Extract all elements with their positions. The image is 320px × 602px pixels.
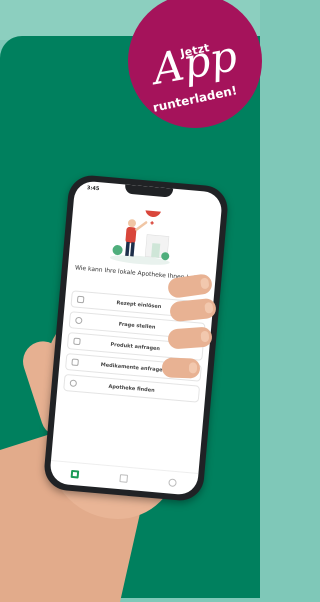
pharmacy-illustration xyxy=(109,207,170,265)
fingernail xyxy=(204,301,214,314)
pill-icon xyxy=(71,358,79,367)
profile-icon[interactable] xyxy=(168,478,178,488)
promo-badge[interactable]: Jetzt App runterladen! xyxy=(128,0,262,128)
cart-icon xyxy=(73,337,81,346)
phone-notch xyxy=(124,184,174,198)
bottom-nav xyxy=(49,460,199,496)
home-icon[interactable] xyxy=(70,469,79,479)
receipt-icon xyxy=(76,295,85,304)
ring-finger xyxy=(167,326,213,350)
fingernail xyxy=(200,277,210,290)
menu-item-label: Apotheke finden xyxy=(108,383,155,394)
message-icon[interactable] xyxy=(119,474,129,483)
little-finger xyxy=(161,357,201,379)
fingernail xyxy=(188,362,198,374)
status-time: 3:45 xyxy=(86,185,100,193)
fingernail xyxy=(200,330,210,343)
